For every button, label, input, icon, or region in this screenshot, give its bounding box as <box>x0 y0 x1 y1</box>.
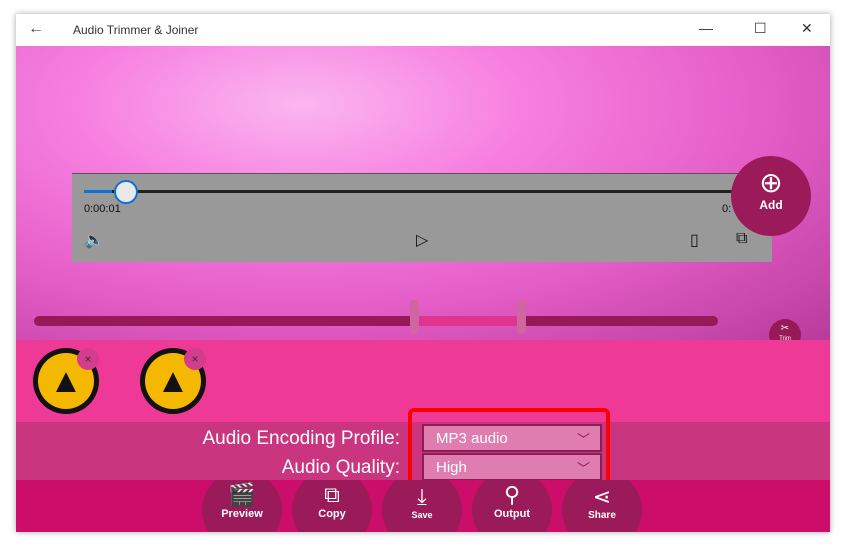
remove-file-button[interactable]: × <box>184 348 206 370</box>
end-time: 0: <box>722 203 732 215</box>
maximize-button[interactable]: ☐ <box>754 20 767 37</box>
save-button[interactable]: ⤓ Save <box>382 480 462 532</box>
file-item[interactable]: ▲ × <box>33 348 99 414</box>
app-window: ← Audio Trimmer & Joiner — ☐ ✕ 0:00:01 0… <box>16 14 830 532</box>
share-icon: ⋖ <box>592 484 612 509</box>
preview-button[interactable]: 🎬 Preview <box>202 480 282 532</box>
highlight-box <box>408 408 610 487</box>
clapperboard-icon: 🎬 <box>228 482 256 507</box>
download-icon: ⤓ <box>417 484 427 509</box>
volume-icon[interactable]: 🔈 <box>84 230 104 250</box>
trim-end-handle[interactable] <box>517 300 526 334</box>
seek-progress <box>84 190 112 193</box>
aspect-ratio-icon[interactable]: ▯ <box>690 230 699 250</box>
close-button[interactable]: ✕ <box>801 20 813 37</box>
copy-label: Copy <box>318 508 346 520</box>
seek-thumb[interactable] <box>114 180 138 204</box>
trim-selection <box>414 316 521 326</box>
trim-start-handle[interactable] <box>410 300 419 334</box>
copy-button[interactable]: ⧉ Copy <box>292 480 372 532</box>
play-plus-icon: ⊕ <box>759 167 783 198</box>
remove-file-button[interactable]: × <box>77 348 99 370</box>
output-icon: ⚲ <box>503 482 521 507</box>
file-item[interactable]: ▲ × <box>140 348 206 414</box>
play-icon[interactable]: ▷ <box>416 230 428 250</box>
title-bar: ← Audio Trimmer & Joiner — ☐ ✕ <box>16 14 830 46</box>
copy-icon: ⧉ <box>324 482 340 507</box>
media-player: 0:00:01 0: 🔈 ▷ ▯ ⧉ <box>72 173 774 262</box>
scissors-icon: ✂ <box>780 323 790 334</box>
output-button[interactable]: ⚲ Output <box>472 480 552 532</box>
share-label: Share <box>588 510 616 521</box>
trim-range-slider[interactable] <box>34 300 718 334</box>
preview-area: 0:00:01 0: 🔈 ▷ ▯ ⧉ ⊕ Add ✂ Trim <box>16 46 830 351</box>
share-button[interactable]: ⋖ Share <box>562 480 642 532</box>
preview-label: Preview <box>221 508 263 520</box>
cast-icon[interactable]: ⧉ <box>736 230 747 248</box>
add-button[interactable]: ⊕ Add <box>731 156 811 236</box>
current-time: 0:00:01 <box>84 203 121 215</box>
action-bar: 🎬 Preview ⧉ Copy ⤓ Save ⚲ Output ⋖ Share <box>16 480 830 532</box>
quality-label: Audio Quality: <box>281 457 400 478</box>
back-button[interactable]: ← <box>28 20 44 38</box>
output-label: Output <box>493 508 531 520</box>
add-label: Add <box>759 198 783 212</box>
window-title: Audio Trimmer & Joiner <box>73 23 199 37</box>
seek-bar[interactable] <box>84 190 774 193</box>
minimize-button[interactable]: — <box>699 20 713 36</box>
encoding-label: Audio Encoding Profile: <box>202 428 400 449</box>
save-label: Save <box>411 510 433 520</box>
